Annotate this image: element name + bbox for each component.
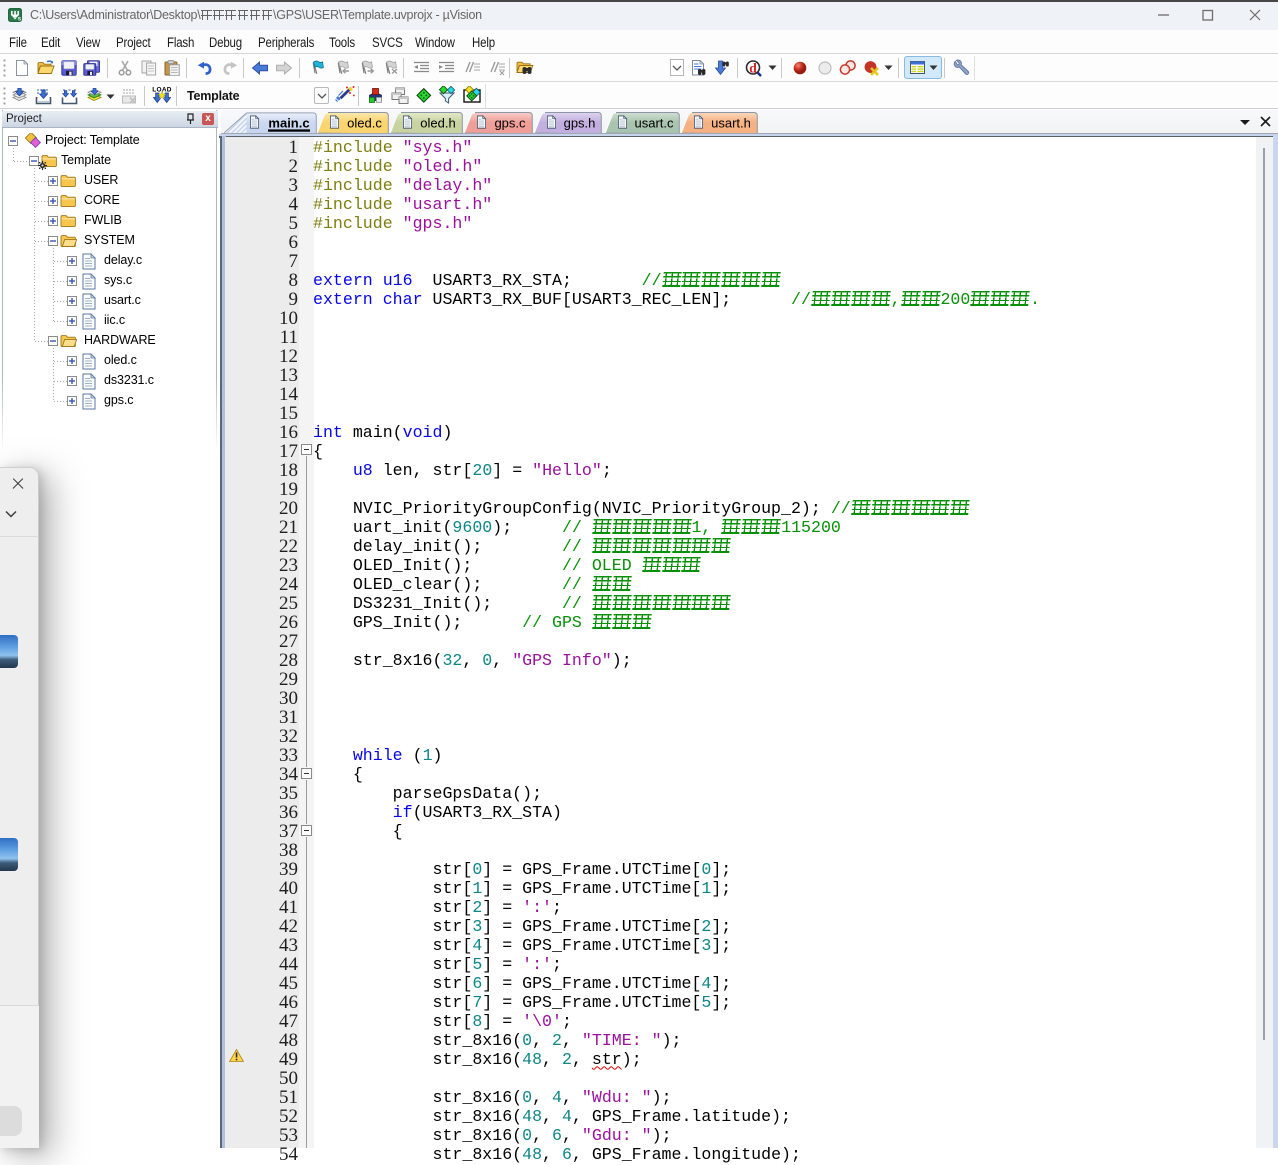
svg-text:oled.h: oled.h <box>420 116 455 131</box>
svg-text:d: d <box>749 61 757 76</box>
svg-text:gps.h: gps.h <box>564 116 596 131</box>
svg-text:usart.h: usart.h <box>711 116 751 131</box>
svg-text:main.c: main.c <box>268 115 309 130</box>
svg-text:oled.c: oled.c <box>347 116 382 131</box>
svg-text:s: s <box>18 16 22 22</box>
svg-text:usart.c: usart.c <box>634 116 674 131</box>
svg-text:gps.c: gps.c <box>494 116 526 131</box>
